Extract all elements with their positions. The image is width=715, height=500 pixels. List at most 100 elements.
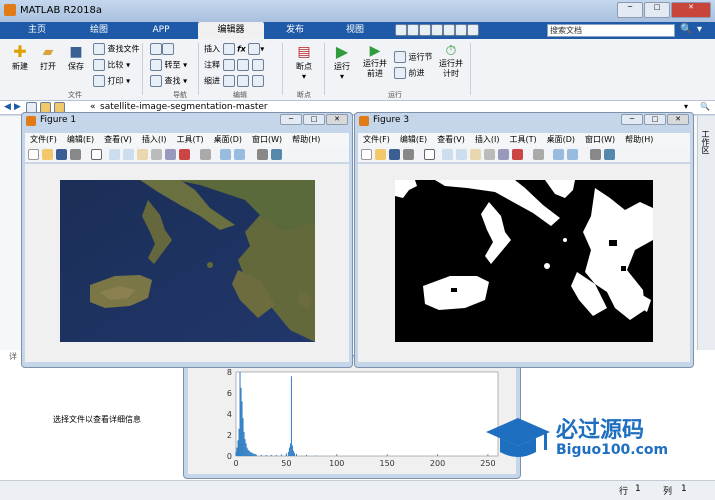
- brush-icon[interactable]: [179, 149, 190, 160]
- histogram-figure-window[interactable]: 8 6 4 2 0 0 50 100 150 200 250: [183, 355, 521, 479]
- search-icon[interactable]: 🔍: [680, 24, 692, 35]
- advance-button[interactable]: 前进: [394, 67, 425, 79]
- help-icon[interactable]: [467, 24, 479, 36]
- forward-arrow-icon[interactable]: ▶: [14, 102, 21, 112]
- hide-tools-icon[interactable]: [257, 149, 268, 160]
- back-arrow-icon[interactable]: ◀: [4, 102, 11, 112]
- close-button[interactable]: ✕: [671, 2, 711, 18]
- run-time-button[interactable]: ⏱ 运行并计时: [436, 43, 466, 79]
- menu-window[interactable]: 窗口(W): [247, 133, 287, 146]
- menu-help[interactable]: 帮助(H): [620, 133, 658, 146]
- rotate-icon[interactable]: [151, 149, 162, 160]
- new-button[interactable]: ✚ 新建: [8, 43, 32, 72]
- menu-file[interactable]: 文件(F): [25, 133, 62, 146]
- menu-desktop[interactable]: 桌面(D): [209, 133, 247, 146]
- redo-icon[interactable]: [455, 24, 467, 36]
- figure-1-window[interactable]: Figure 1 ─ □ ✕ 文件(F) 编辑(E) 查看(V) 插入(I) 工具(T) 桌面…: [21, 112, 353, 368]
- menu-view[interactable]: 查看(V): [99, 133, 137, 146]
- nav-back-forward[interactable]: [150, 43, 174, 55]
- goto-button[interactable]: 转至 ▾: [150, 59, 187, 71]
- open-file-icon[interactable]: [42, 149, 53, 160]
- pointer-icon[interactable]: [424, 149, 435, 160]
- side-label[interactable]: 工作区: [700, 130, 711, 154]
- run-section-button[interactable]: 运行节: [394, 51, 433, 63]
- fx-icon[interactable]: fx: [237, 45, 246, 54]
- figure-1-minimize[interactable]: ─: [280, 114, 302, 125]
- search-docs-input[interactable]: 搜索文档: [547, 24, 675, 37]
- current-path[interactable]: satellite-image-segmentation-master: [100, 102, 268, 112]
- menu-insert[interactable]: 插入(I): [470, 133, 505, 146]
- dock-figure-icon[interactable]: [271, 149, 282, 160]
- save-figure-icon[interactable]: [56, 149, 67, 160]
- tab-apps[interactable]: APP: [136, 22, 186, 39]
- zoom-out-icon[interactable]: [456, 149, 467, 160]
- menu-tools[interactable]: 工具(T): [171, 133, 208, 146]
- save-button[interactable]: ■ 保存: [64, 43, 88, 72]
- open-button[interactable]: ▰ 打开: [36, 43, 60, 72]
- undo-icon[interactable]: [443, 24, 455, 36]
- zoom-out-icon[interactable]: [123, 149, 134, 160]
- path-dropdown-icon[interactable]: ▾: [684, 102, 688, 111]
- indent-button[interactable]: 缩进: [204, 75, 264, 87]
- pan-hand-icon[interactable]: [137, 149, 148, 160]
- rotate-icon[interactable]: [484, 149, 495, 160]
- comment-button[interactable]: 注释: [204, 59, 264, 71]
- datatip-icon[interactable]: [165, 149, 176, 160]
- datatip-icon[interactable]: [498, 149, 509, 160]
- pointer-icon[interactable]: [91, 149, 102, 160]
- print-figure-icon[interactable]: [403, 149, 414, 160]
- path-search-icon[interactable]: 🔍: [700, 102, 710, 111]
- new-figure-icon[interactable]: [28, 149, 39, 160]
- figure-1-maximize[interactable]: □: [303, 114, 325, 125]
- new-figure-icon[interactable]: [361, 149, 372, 160]
- tab-home[interactable]: 主页: [12, 22, 62, 39]
- menu-insert[interactable]: 插入(I): [137, 133, 172, 146]
- legend-icon[interactable]: [234, 149, 245, 160]
- tab-publish[interactable]: 发布: [270, 22, 320, 39]
- find-button[interactable]: 查找 ▾: [150, 75, 187, 87]
- figure-3-minimize[interactable]: ─: [621, 114, 643, 125]
- menu-window[interactable]: 窗口(W): [580, 133, 620, 146]
- figure-1-close[interactable]: ✕: [326, 114, 348, 125]
- open-file-icon[interactable]: [375, 149, 386, 160]
- compare-button[interactable]: 比较 ▾: [93, 59, 130, 71]
- bell-icon[interactable]: ▾: [697, 24, 702, 35]
- run-button[interactable]: ▶ 运行 ▾: [330, 43, 354, 82]
- cut-icon[interactable]: [407, 24, 419, 36]
- link-plot-icon[interactable]: [200, 149, 211, 160]
- tab-plots[interactable]: 绘图: [74, 22, 124, 39]
- figure-3-close[interactable]: ✕: [667, 114, 689, 125]
- zoom-in-icon[interactable]: [109, 149, 120, 160]
- print-figure-icon[interactable]: [70, 149, 81, 160]
- hide-tools-icon[interactable]: [590, 149, 601, 160]
- menu-file[interactable]: 文件(F): [358, 133, 395, 146]
- colorbar-icon[interactable]: [220, 149, 231, 160]
- save-quick-icon[interactable]: [395, 24, 407, 36]
- menu-view[interactable]: 查看(V): [432, 133, 470, 146]
- insert-button[interactable]: 插入 fx ▾: [204, 43, 264, 55]
- tab-editor[interactable]: 编辑器: [198, 22, 264, 39]
- minimize-button[interactable]: ─: [617, 2, 643, 18]
- copy-icon[interactable]: [419, 24, 431, 36]
- menu-desktop[interactable]: 桌面(D): [542, 133, 580, 146]
- menu-tools[interactable]: 工具(T): [504, 133, 541, 146]
- print-button[interactable]: 打印 ▾: [93, 75, 130, 87]
- find-files-button[interactable]: 查找文件: [93, 43, 140, 55]
- breakpoints-button[interactable]: ▤ 断点 ▾: [290, 43, 318, 81]
- tab-view[interactable]: 视图: [330, 22, 380, 39]
- pan-hand-icon[interactable]: [470, 149, 481, 160]
- run-advance-button[interactable]: ▶ 运行并前进: [360, 43, 390, 79]
- figure-3-maximize[interactable]: □: [644, 114, 666, 125]
- figure-3-window[interactable]: Figure 3 ─ □ ✕ 文件(F) 编辑(E) 查看(V) 插入(I) 工具(T) 桌面…: [354, 112, 694, 368]
- colorbar-icon[interactable]: [553, 149, 564, 160]
- save-figure-icon[interactable]: [389, 149, 400, 160]
- link-plot-icon[interactable]: [533, 149, 544, 160]
- menu-help[interactable]: 帮助(H): [287, 133, 325, 146]
- menu-edit[interactable]: 编辑(E): [62, 133, 99, 146]
- maximize-button[interactable]: □: [644, 2, 670, 18]
- zoom-in-icon[interactable]: [442, 149, 453, 160]
- brush-icon[interactable]: [512, 149, 523, 160]
- menu-edit[interactable]: 编辑(E): [395, 133, 432, 146]
- legend-icon[interactable]: [567, 149, 578, 160]
- paste-icon[interactable]: [431, 24, 443, 36]
